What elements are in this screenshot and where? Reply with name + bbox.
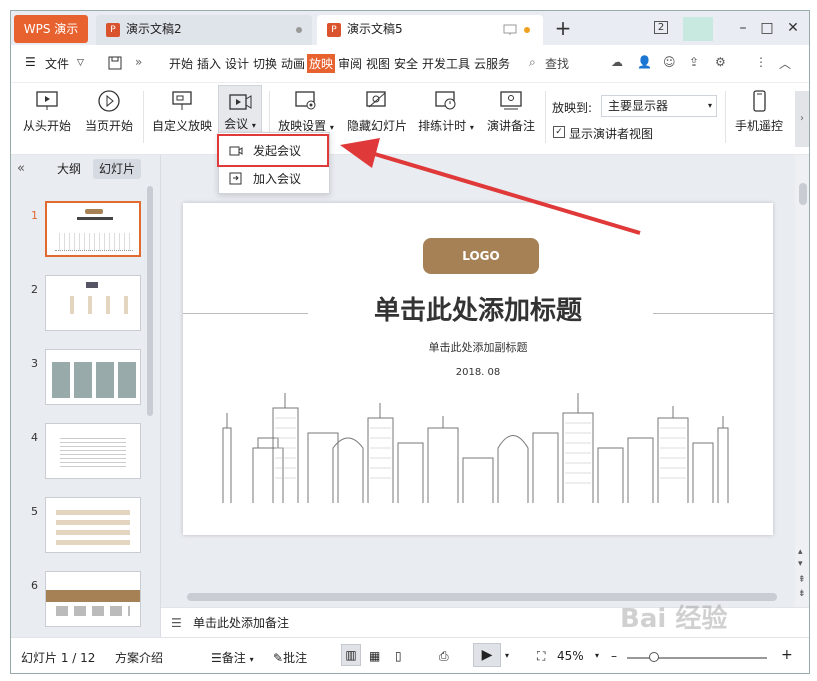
arrow-head: [340, 138, 380, 168]
annotation-arrow: [340, 138, 641, 235]
watermark: Bai 经验: [620, 604, 728, 634]
arrow-shaft: [367, 150, 641, 235]
